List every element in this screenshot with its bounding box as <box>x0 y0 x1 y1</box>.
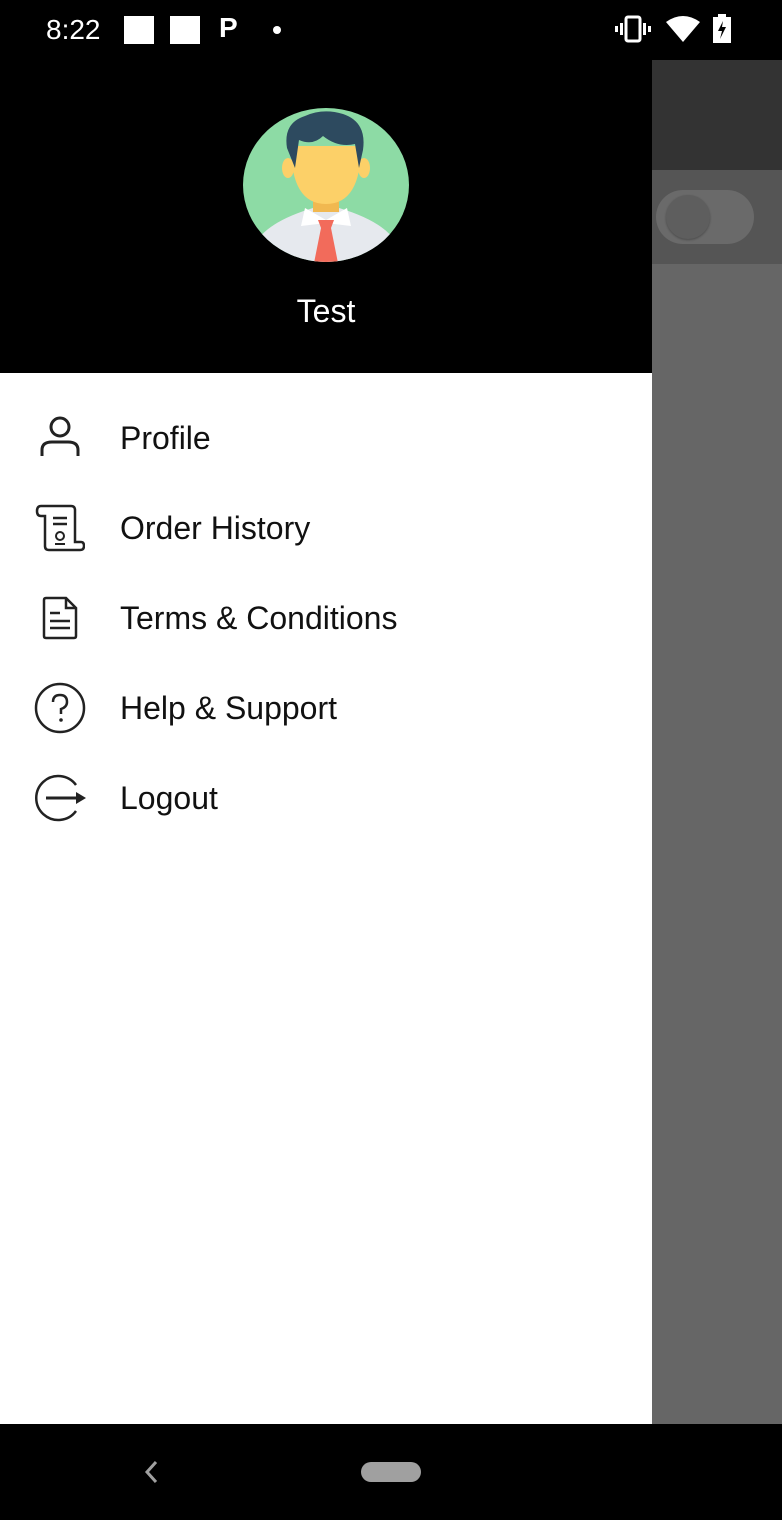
menu-label: Order History <box>120 509 311 546</box>
toggle-knob <box>666 195 710 239</box>
home-button[interactable] <box>361 1462 421 1482</box>
battery-charging-icon <box>712 14 732 49</box>
menu-item-help-support[interactable]: Help & Support <box>0 663 652 753</box>
scroll-icon <box>32 503 88 553</box>
status-bar: 8:22 P <box>0 0 782 60</box>
avatar[interactable] <box>243 108 409 262</box>
scrim-overlay[interactable] <box>652 60 782 1424</box>
more-dot-icon <box>273 26 281 34</box>
background-row <box>652 170 782 264</box>
navigation-drawer: Test Profile Order History Terms & Condi… <box>0 60 652 1424</box>
background-toolbar <box>652 60 782 170</box>
person-icon <box>32 413 88 463</box>
status-time: 8:22 <box>46 14 101 45</box>
document-icon <box>32 593 88 643</box>
back-button[interactable] <box>140 1450 164 1499</box>
menu-label: Profile <box>120 419 211 456</box>
menu-label: Terms & Conditions <box>120 599 398 636</box>
square-notification-icon <box>170 16 200 44</box>
user-name: Test <box>296 293 356 329</box>
drawer-menu: Profile Order History Terms & Conditions… <box>0 393 652 843</box>
background-toggle-switch <box>656 190 754 244</box>
help-circle-icon <box>32 682 88 734</box>
system-navigation-bar <box>0 1424 782 1520</box>
vibrate-icon <box>614 14 652 49</box>
menu-item-order-history[interactable]: Order History <box>0 483 652 573</box>
square-notification-icon <box>124 16 154 44</box>
wifi-icon <box>665 14 701 49</box>
menu-item-terms-conditions[interactable]: Terms & Conditions <box>0 573 652 663</box>
menu-label: Logout <box>120 779 218 816</box>
menu-label: Help & Support <box>120 689 338 726</box>
menu-item-logout[interactable]: Logout <box>0 753 652 843</box>
logout-icon <box>32 773 88 823</box>
menu-item-profile[interactable]: Profile <box>0 393 652 483</box>
drawer-header: Test <box>0 60 652 373</box>
p-app-icon: P <box>219 12 238 43</box>
